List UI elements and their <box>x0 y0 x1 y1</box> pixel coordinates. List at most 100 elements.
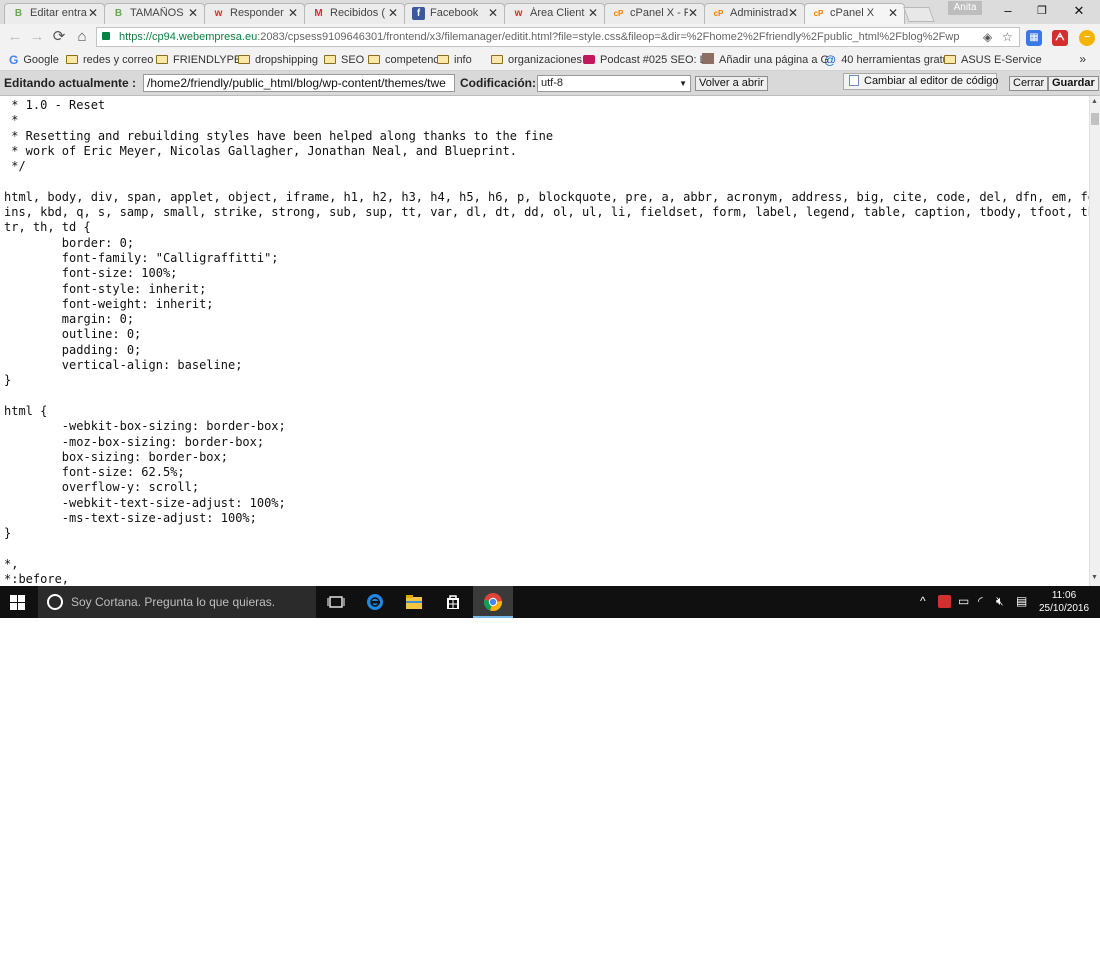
browser-tab[interactable]: f Facebook ✕ <box>404 3 505 24</box>
no-entry-icon[interactable]: − <box>1079 30 1095 46</box>
browser-tab[interactable]: w Responder ✕ <box>204 3 305 24</box>
bookmarks-bar: G Google redes y correo FRIENDLYPET dropship… <box>0 51 1100 71</box>
volume-muted-icon[interactable]: 🔇︎ <box>996 594 1004 609</box>
close-tab-icon[interactable]: ✕ <box>588 6 598 20</box>
battery-icon[interactable]: ▭ <box>958 594 969 608</box>
file-explorer-icon[interactable] <box>404 592 424 612</box>
extension-icon[interactable]: ▦ <box>1026 30 1042 46</box>
save-button[interactable]: Guardar <box>1048 76 1099 91</box>
bookmark-item[interactable]: info <box>437 53 472 68</box>
at-icon: @ <box>824 53 837 67</box>
cpanel-icon: cP <box>613 9 624 18</box>
close-tab-icon[interactable]: ✕ <box>888 6 898 20</box>
system-clock[interactable]: 11:06 25/10/2016 <box>1036 589 1092 615</box>
bookmark-item[interactable]: SEO <box>324 53 364 68</box>
action-center-icon[interactable]: ▤ <box>1016 594 1027 608</box>
bookmark-item[interactable]: redes y correo <box>66 53 153 68</box>
switch-to-code-editor-button[interactable]: Cambiar al editor de código <box>843 73 999 90</box>
browser-tab[interactable]: w Área Client ✕ <box>504 3 605 24</box>
folder-icon <box>66 55 78 64</box>
bookmark-label: redes y correo <box>83 54 154 66</box>
scroll-up-arrow-icon[interactable]: ▲ <box>1091 98 1098 105</box>
reopen-button[interactable]: Volver a abrir <box>695 76 768 91</box>
browser-tab[interactable]: B Editar entra ✕ <box>4 3 105 24</box>
forward-arrow-icon[interactable]: → <box>28 28 46 46</box>
back-arrow-icon[interactable]: ← <box>6 28 24 46</box>
bookmark-item[interactable]: organizaciones <box>491 53 582 68</box>
switch-editor-label: Cambiar al editor de código <box>864 75 999 87</box>
clock-date: 25/10/2016 <box>1038 603 1090 614</box>
file-editor-header: Editando actualmente : /home2/friendly/p… <box>0 71 1100 96</box>
chrome-taskbar-button[interactable] <box>473 586 513 618</box>
podcast-icon <box>583 55 595 64</box>
more-bookmarks-icon[interactable]: » <box>1079 52 1086 66</box>
scroll-down-arrow-icon[interactable]: ▼ <box>1091 574 1098 581</box>
bookmark-item[interactable]: FRIENDLYPET <box>156 53 248 68</box>
editing-label: Editando actualmente : <box>4 76 137 90</box>
browser-tab[interactable]: cP Administrad ✕ <box>704 3 805 24</box>
bookmark-label: SEO <box>341 54 365 66</box>
bookmark-item[interactable]: competencia <box>368 53 447 68</box>
bookmark-label: Google <box>23 54 59 66</box>
home-icon[interactable]: ⌂ <box>73 28 91 46</box>
cpanel-icon: cP <box>813 9 824 18</box>
bookmark-item[interactable]: Añadir una página a G <box>702 53 829 68</box>
bookmark-label: Podcast #025 SEO: Lin <box>600 54 715 66</box>
browser-tab[interactable]: M Recibidos (✕ <box>304 3 405 24</box>
bookmark-item[interactable]: dropshipping <box>238 53 318 68</box>
bookmark-label: 40 herramientas gratu <box>841 54 949 66</box>
encoding-label: Codificación: <box>460 76 537 90</box>
close-window-button[interactable]: ✕ <box>1067 2 1091 20</box>
code-editor-textarea[interactable]: * 1.0 - Reset * * Resetting and rebuildi… <box>0 96 1089 586</box>
close-tab-icon[interactable]: ✕ <box>88 6 98 20</box>
folder-icon <box>238 55 250 64</box>
wifi-icon[interactable]: ◜ <box>978 594 983 608</box>
cortana-placeholder: Soy Cortana. Pregunta lo que quieras. <box>71 595 276 609</box>
close-tab-icon[interactable]: ✕ <box>188 6 198 20</box>
cortana-search-box[interactable]: Soy Cortana. Pregunta lo que quieras. <box>38 586 316 618</box>
acrobat-icon[interactable]: ᗅ <box>1052 30 1068 46</box>
scrollbar-thumb[interactable] <box>1091 113 1099 125</box>
bookmark-item[interactable]: ASUS E-Service <box>944 53 1042 68</box>
reload-icon[interactable]: ⟳ <box>50 28 68 46</box>
edge-browser-icon[interactable] <box>365 592 385 612</box>
bookmark-item[interactable]: @40 herramientas gratu <box>824 53 949 68</box>
clock-time: 11:06 <box>1051 590 1077 601</box>
cortana-icon <box>47 594 63 610</box>
show-hidden-icons-chevron-icon[interactable]: ^ <box>920 594 926 608</box>
minimize-button[interactable]: – <box>996 2 1020 20</box>
restore-button[interactable]: ❐ <box>1030 2 1054 20</box>
blogger-icon: B <box>114 8 123 19</box>
close-tab-icon[interactable]: ✕ <box>288 6 298 20</box>
encoding-select[interactable]: utf-8 ▼ <box>537 75 691 92</box>
folder-icon <box>437 55 449 64</box>
webempresa-icon: w <box>214 8 223 19</box>
bookmark-item[interactable]: G Google <box>9 53 59 68</box>
close-tab-icon[interactable]: ✕ <box>488 6 498 20</box>
new-tab-button[interactable] <box>903 7 935 22</box>
close-tab-icon[interactable]: ✕ <box>388 6 398 20</box>
profile-button[interactable]: Anita <box>948 1 982 15</box>
vertical-scrollbar[interactable]: ▲ ▼ <box>1089 96 1100 586</box>
task-view-icon[interactable] <box>326 592 346 612</box>
file-path-field[interactable]: /home2/friendly/public_html/blog/wp-cont… <box>143 74 455 92</box>
address-bar[interactable]: https://cp94.webempresa.eu:2083/cpsess91… <box>96 27 1020 47</box>
url-text: https://cp94.webempresa.eu:2083/cpsess91… <box>119 31 960 43</box>
tab-label: cPanel X - F <box>630 7 688 19</box>
translate-icon[interactable]: ◈ <box>983 30 992 44</box>
browser-tab[interactable]: cP cPanel X - F ✕ <box>604 3 705 24</box>
bookmark-item[interactable]: Podcast #025 SEO: Lin <box>583 53 714 68</box>
close-button[interactable]: Cerrar <box>1009 76 1049 91</box>
close-tab-icon[interactable]: ✕ <box>688 6 698 20</box>
acrobat-tray-icon[interactable] <box>938 595 951 608</box>
browser-tab[interactable]: B TAMAÑOS ✕ <box>104 3 205 24</box>
tab-label: cPanel X <box>830 7 875 19</box>
browser-tab[interactable]: cP cPanel X ✕ <box>804 3 905 25</box>
close-tab-icon[interactable]: ✕ <box>788 6 798 20</box>
bookmark-star-icon[interactable]: ☆ <box>1002 30 1013 44</box>
lock-icon <box>102 32 110 40</box>
windows-start-icon[interactable] <box>10 595 25 610</box>
tab-label: TAMAÑOS <box>130 7 184 19</box>
tab-label: Responder <box>230 7 284 19</box>
store-icon[interactable] <box>443 592 463 612</box>
